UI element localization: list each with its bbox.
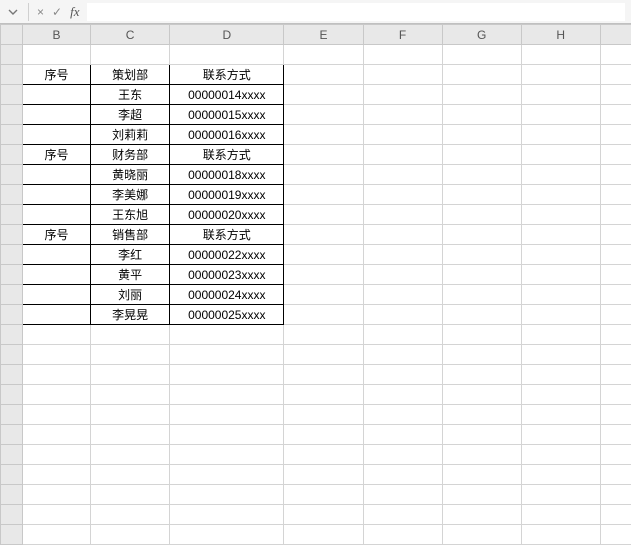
cell[interactable]: 李美娜 [91,185,170,205]
cell[interactable] [22,265,90,285]
cell[interactable]: 00000014xxxx [170,85,284,105]
row-header[interactable] [1,45,23,65]
row-header[interactable] [1,285,23,305]
cell[interactable]: 序号 [22,65,90,85]
cell[interactable]: 00000019xxxx [170,185,284,205]
row-header[interactable] [1,425,23,445]
col-header[interactable]: G [442,25,521,45]
cell[interactable]: 李超 [91,105,170,125]
row-header[interactable] [1,225,23,245]
cell[interactable]: 黄平 [91,265,170,285]
cell[interactable]: 李晃晃 [91,305,170,325]
row-header[interactable] [1,85,23,105]
cell[interactable]: 序号 [22,225,90,245]
formula-bar: × ✓ fx [0,0,631,24]
table-row: 李红 00000022xxxx [1,245,631,265]
cell[interactable]: 策划部 [91,65,170,85]
table-row: 李美娜 00000019xxxx [1,185,631,205]
cell[interactable] [22,85,90,105]
cell[interactable]: 联系方式 [170,65,284,85]
cell[interactable] [22,185,90,205]
cell[interactable]: 00000020xxxx [170,205,284,225]
cell[interactable]: 00000025xxxx [170,305,284,325]
cell[interactable]: 序号 [22,145,90,165]
cell[interactable]: 销售部 [91,225,170,245]
row-header[interactable] [1,485,23,505]
group-header-row: 序号 财务部 联系方式 [1,145,631,165]
sheet-area[interactable]: B C D E F G H I 序号 策划部 联系方式 王东 00000014x… [0,24,631,548]
fx-icon[interactable]: fx [70,4,79,20]
cell[interactable]: 00000015xxxx [170,105,284,125]
formula-input[interactable] [87,3,625,21]
row-header[interactable] [1,105,23,125]
table-row: 黄晓丽 00000018xxxx [1,165,631,185]
group-header-row: 序号 策划部 联系方式 [1,65,631,85]
col-header[interactable]: I [600,25,631,45]
cell[interactable]: 财务部 [91,145,170,165]
cell[interactable] [22,165,90,185]
spreadsheet-grid[interactable]: B C D E F G H I 序号 策划部 联系方式 王东 00000014x… [0,24,631,545]
cell[interactable]: 00000022xxxx [170,245,284,265]
cell[interactable]: 王东 [91,85,170,105]
group-header-row: 序号 销售部 联系方式 [1,225,631,245]
row-header[interactable] [1,245,23,265]
cell[interactable]: 联系方式 [170,145,284,165]
cell[interactable] [22,245,90,265]
table-row: 刘莉莉 00000016xxxx [1,125,631,145]
row-header[interactable] [1,265,23,285]
row-header[interactable] [1,445,23,465]
row-header[interactable] [1,405,23,425]
cell[interactable]: 黄晓丽 [91,165,170,185]
cell[interactable] [22,305,90,325]
table-row: 王东旭 00000020xxxx [1,205,631,225]
row-header[interactable] [1,305,23,325]
cell[interactable]: 联系方式 [170,225,284,245]
table-row: 李晃晃 00000025xxxx [1,305,631,325]
cell[interactable]: 00000018xxxx [170,165,284,185]
row-header[interactable] [1,205,23,225]
col-header[interactable]: H [521,25,600,45]
row-header[interactable] [1,525,23,545]
col-header[interactable]: F [363,25,442,45]
table-row: 李超 00000015xxxx [1,105,631,125]
col-header[interactable]: E [284,25,363,45]
col-header[interactable]: D [170,25,284,45]
cell[interactable]: 00000016xxxx [170,125,284,145]
column-header-row: B C D E F G H I [1,25,631,45]
cell[interactable]: 王东旭 [91,205,170,225]
table-row: 王东 00000014xxxx [1,85,631,105]
cell[interactable] [22,125,90,145]
cell[interactable]: 刘丽 [91,285,170,305]
cell[interactable]: 李红 [91,245,170,265]
table-row: 黄平 00000023xxxx [1,265,631,285]
cell[interactable]: 00000023xxxx [170,265,284,285]
row-header[interactable] [1,65,23,85]
row-header[interactable] [1,505,23,525]
row-header[interactable] [1,365,23,385]
cell[interactable] [22,285,90,305]
col-header[interactable]: B [22,25,90,45]
row-header[interactable] [1,185,23,205]
select-all-corner[interactable] [1,25,23,45]
row-header[interactable] [1,325,23,345]
cell[interactable] [22,205,90,225]
name-box-dropdown-icon[interactable] [6,5,20,19]
cell[interactable]: 00000024xxxx [170,285,284,305]
row-header[interactable] [1,465,23,485]
separator [28,3,29,21]
enter-icon[interactable]: ✓ [52,5,62,19]
row-header[interactable] [1,165,23,185]
cell[interactable]: 刘莉莉 [91,125,170,145]
row-header[interactable] [1,385,23,405]
cell[interactable] [22,105,90,125]
row-header[interactable] [1,345,23,365]
col-header[interactable]: C [91,25,170,45]
cancel-icon[interactable]: × [37,5,44,19]
row-header[interactable] [1,145,23,165]
table-row: 刘丽 00000024xxxx [1,285,631,305]
row-header[interactable] [1,125,23,145]
